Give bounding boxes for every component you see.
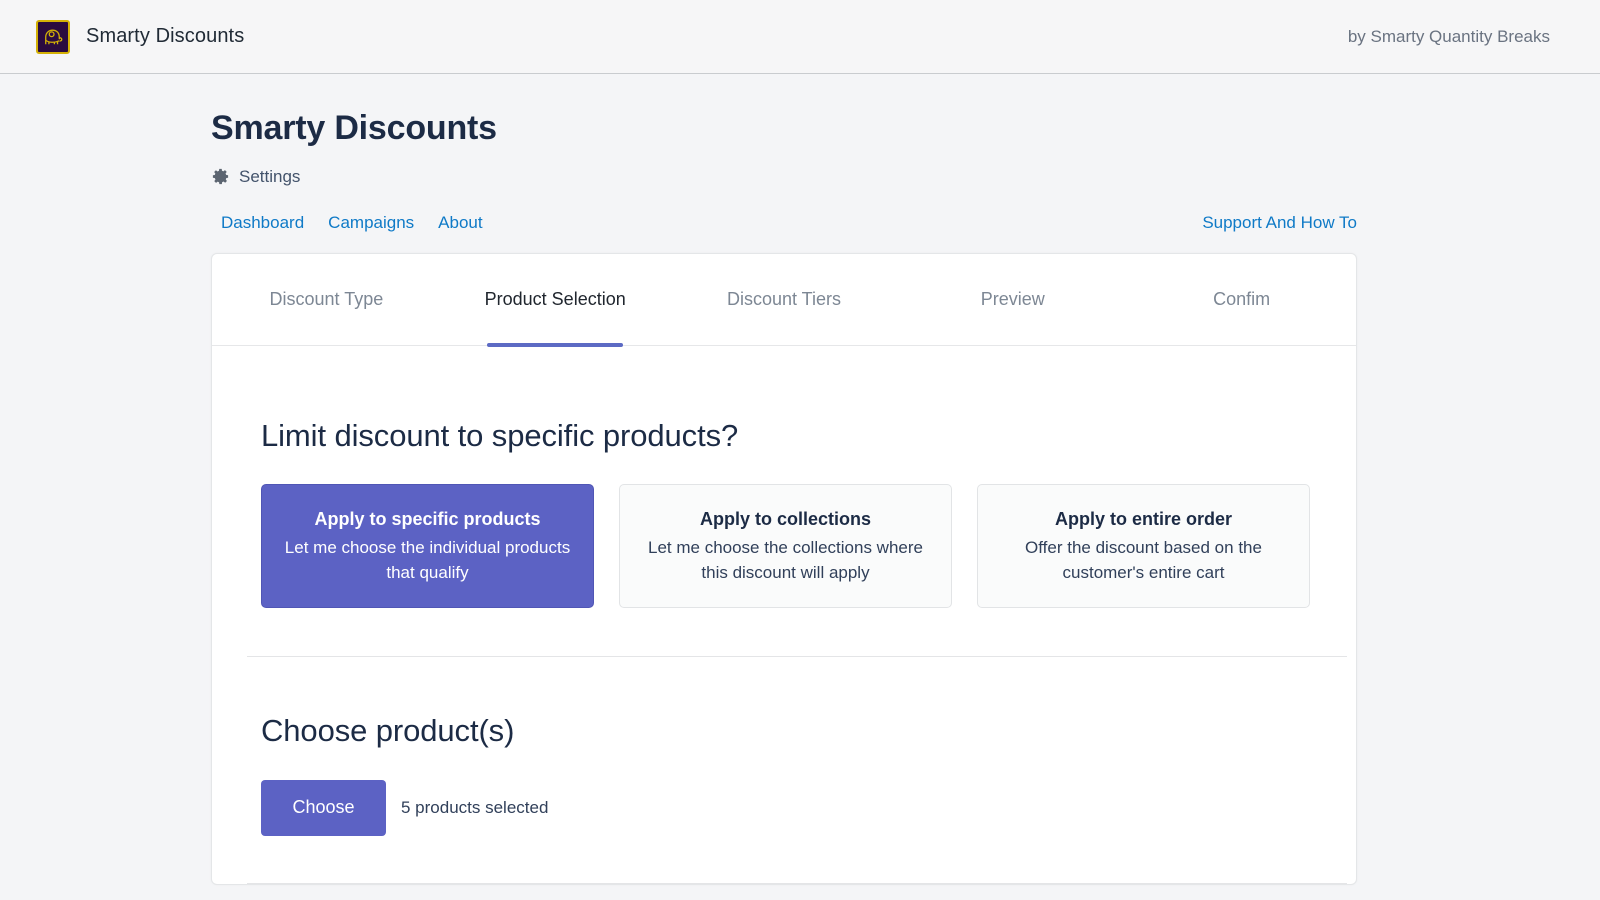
nav-bar: Dashboard Campaigns About Support And Ho… bbox=[0, 213, 1600, 233]
tab-label: Discount Type bbox=[269, 288, 384, 309]
option-apply-to-collections[interactable]: Apply to collections Let me choose the c… bbox=[619, 483, 952, 608]
choose-button[interactable]: Choose bbox=[261, 779, 386, 836]
tab-label: Discount Tiers bbox=[726, 288, 842, 309]
settings-label: Settings bbox=[239, 166, 301, 186]
limit-discount-heading: Limit discount to specific products? bbox=[261, 417, 739, 453]
app-bar-brand: Smarty Discounts bbox=[36, 19, 245, 54]
wizard-tabs: Discount Type Product Selection Discount… bbox=[212, 254, 1356, 346]
app-bar-byline: by Smarty Quantity Breaks bbox=[1347, 26, 1550, 46]
product-selection-section: Limit discount to specific products? App… bbox=[212, 346, 1356, 884]
elephant-logo-icon bbox=[36, 19, 70, 54]
gear-icon bbox=[211, 167, 230, 186]
app-name: Smarty Discounts bbox=[86, 25, 245, 47]
app-bar: Smarty Discounts by Smarty Quantity Brea… bbox=[0, 0, 1600, 74]
choose-products-heading: Choose product(s) bbox=[261, 712, 515, 748]
page-title: Smarty Discounts bbox=[211, 109, 497, 147]
nav-links: Dashboard Campaigns About bbox=[221, 213, 483, 233]
option-apply-to-specific-products[interactable]: Apply to specific products Let me choose… bbox=[261, 483, 594, 608]
tab-product-selection[interactable]: Product Selection bbox=[441, 254, 670, 345]
option-title: Apply to collections bbox=[699, 508, 872, 529]
tab-discount-tiers[interactable]: Discount Tiers bbox=[670, 254, 899, 345]
tab-label: Confim bbox=[1213, 288, 1271, 309]
tab-discount-type[interactable]: Discount Type bbox=[212, 254, 441, 345]
tab-preview[interactable]: Preview bbox=[898, 254, 1127, 345]
nav-link-campaigns[interactable]: Campaigns bbox=[328, 213, 414, 233]
tab-label: Preview bbox=[980, 288, 1045, 309]
selected-products-count: 5 products selected bbox=[401, 797, 549, 817]
option-title: Apply to entire order bbox=[1054, 508, 1233, 529]
option-apply-to-entire-order[interactable]: Apply to entire order Offer the discount… bbox=[977, 483, 1310, 608]
option-description: Let me choose the individual products th… bbox=[284, 537, 571, 583]
settings-link[interactable]: Settings bbox=[211, 167, 1600, 187]
nav-link-dashboard[interactable]: Dashboard bbox=[221, 213, 304, 233]
choose-products-section: Choose product(s) Choose 5 products sele… bbox=[261, 657, 1332, 836]
wizard-card: Discount Type Product Selection Discount… bbox=[211, 252, 1357, 885]
page-header: Smarty Discounts Settings bbox=[0, 74, 1600, 187]
support-and-how-to-link[interactable]: Support And How To bbox=[1202, 213, 1357, 232]
option-description: Offer the discount based on the customer… bbox=[1025, 537, 1262, 583]
option-description: Let me choose the collections where this… bbox=[648, 537, 923, 583]
choose-products-row: Choose 5 products selected bbox=[261, 779, 1332, 836]
nav-right: Support And How To bbox=[1202, 213, 1357, 233]
nav-link-about[interactable]: About bbox=[438, 213, 482, 233]
tab-label: Product Selection bbox=[484, 288, 626, 309]
page-body: Smarty Discounts Settings Dashboard Camp… bbox=[0, 74, 1600, 885]
scope-option-group: Apply to specific products Let me choose… bbox=[261, 483, 1332, 608]
option-title: Apply to specific products bbox=[314, 508, 541, 529]
tab-confirm[interactable]: Confim bbox=[1127, 254, 1356, 345]
section-divider-bottom bbox=[247, 882, 1347, 884]
